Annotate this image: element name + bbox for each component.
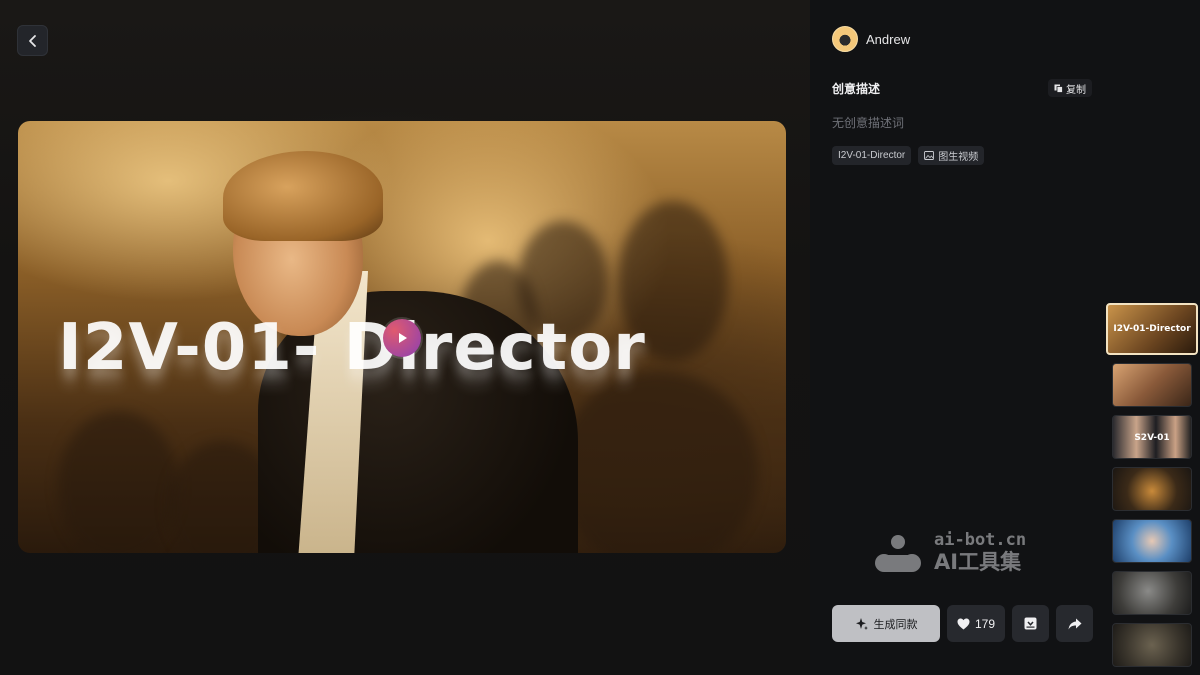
- image-icon: [924, 151, 935, 160]
- back-button[interactable]: [17, 25, 48, 56]
- tag-label: I2V-01-Director: [838, 150, 906, 161]
- tag-label: 图生视频: [938, 152, 979, 163]
- thumbnail-item[interactable]: I2V-01-Director: [1106, 303, 1198, 355]
- chevron-left-icon: [28, 34, 36, 47]
- background-figure: [558, 371, 758, 553]
- thumbnail-label: S2V-01: [1134, 432, 1170, 443]
- background-figure: [58, 411, 178, 553]
- heart-icon: [957, 618, 970, 629]
- creative-description-title: 创意描述: [832, 82, 881, 96]
- thumbnail-label: I2V-01-Director: [1113, 324, 1191, 335]
- watermark: ai-bot.cn AI工具集: [870, 532, 1026, 573]
- save-icon: [1024, 617, 1037, 630]
- detail-panel: Andrew 创意描述 复制 无创意描述词 I2V-01-Director 图生…: [810, 0, 1200, 675]
- watermark-brand: AI工具集: [934, 550, 1022, 574]
- copy-button[interactable]: 复制: [1048, 79, 1092, 97]
- thumbnail-item[interactable]: [1112, 363, 1192, 407]
- video-player[interactable]: I2V-01- Director: [18, 121, 786, 553]
- play-icon: [399, 333, 407, 343]
- creative-description-text: 无创意描述词: [832, 116, 905, 130]
- thumbnail-item[interactable]: S2V-01: [1112, 415, 1192, 459]
- action-bar: 生成同款 179: [832, 605, 1094, 642]
- watermark-logo-icon: [875, 534, 921, 572]
- thumbnail-item[interactable]: [1112, 467, 1192, 511]
- thumbnail-item[interactable]: [1112, 571, 1192, 615]
- share-button[interactable]: [1056, 605, 1094, 642]
- tag-mode[interactable]: 图生视频: [918, 146, 985, 165]
- like-button[interactable]: 179: [947, 605, 1006, 642]
- tag-list: I2V-01-Director 图生视频: [832, 146, 985, 165]
- thumbnail-item[interactable]: [1112, 519, 1192, 563]
- generate-same-label: 生成同款: [873, 618, 918, 631]
- copy-icon: [1054, 84, 1063, 93]
- watermark-domain: ai-bot.cn: [934, 530, 1027, 550]
- play-button[interactable]: [383, 319, 421, 357]
- man-hair: [223, 151, 383, 241]
- save-button[interactable]: [1012, 605, 1050, 642]
- avatar[interactable]: [832, 26, 858, 52]
- tag-model[interactable]: I2V-01-Director: [832, 146, 912, 165]
- author-info[interactable]: Andrew: [832, 26, 910, 52]
- like-count: 179: [975, 616, 996, 631]
- thumbnail-item[interactable]: [1112, 623, 1192, 667]
- thumbnail-list: I2V-01-Director S2V-01: [1106, 303, 1198, 675]
- copy-label: 复制: [1066, 84, 1086, 96]
- video-stage: I2V-01- Director: [0, 0, 810, 675]
- sparkle-icon: [855, 617, 868, 630]
- author-name[interactable]: Andrew: [866, 32, 910, 47]
- share-icon: [1068, 618, 1082, 629]
- generate-same-button[interactable]: 生成同款: [832, 605, 940, 642]
